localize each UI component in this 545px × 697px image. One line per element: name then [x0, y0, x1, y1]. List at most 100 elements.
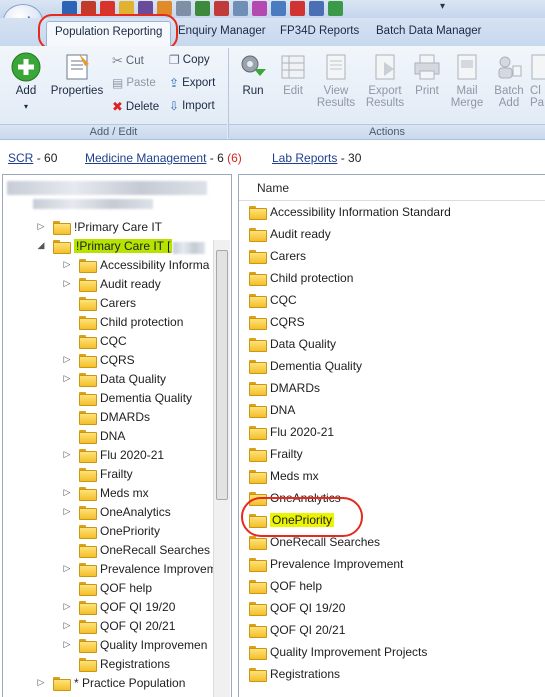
tree-node[interactable]: DNA: [61, 426, 125, 445]
expand-arrow-icon[interactable]: ▷: [61, 278, 73, 289]
list-item[interactable]: Registrations: [249, 664, 340, 684]
list-item[interactable]: OnePriority: [249, 510, 335, 530]
expand-arrow-icon[interactable]: ▷: [35, 677, 47, 688]
tree-node[interactable]: ▷ !Primary Care IT: [35, 217, 162, 236]
stop-icon[interactable]: [100, 1, 115, 16]
tree-node[interactable]: ▷ OneAnalytics: [61, 502, 171, 521]
list-item[interactable]: Audit ready: [249, 224, 331, 244]
document-check-icon[interactable]: [271, 1, 286, 16]
cut-button[interactable]: ✂ Cut: [112, 53, 144, 69]
users-icon[interactable]: [195, 1, 210, 16]
tree-node[interactable]: ▷ Meds mx: [61, 483, 149, 502]
tree-node[interactable]: QOF help: [61, 578, 152, 597]
tree-node[interactable]: Registrations: [61, 654, 170, 673]
run-button[interactable]: Run: [236, 52, 270, 97]
expand-arrow-icon[interactable]: ▷: [61, 487, 73, 498]
list-item[interactable]: Prevalence Improvement: [249, 554, 403, 574]
tree-node[interactable]: CQC: [61, 331, 127, 350]
expand-arrow-icon[interactable]: ▷: [61, 506, 73, 517]
tree-node[interactable]: ▷ Audit ready: [61, 274, 161, 293]
list-item[interactable]: CQRS: [249, 312, 305, 332]
tree-node[interactable]: ▷ QOF QI 20/21: [61, 616, 175, 635]
list-item[interactable]: DNA: [249, 400, 295, 420]
list-item[interactable]: OneAnalytics: [249, 488, 341, 508]
expand-arrow-icon[interactable]: ▷: [35, 221, 47, 232]
tree-node[interactable]: ▷ * Practice Population: [35, 673, 185, 692]
edit-button[interactable]: Edit: [276, 52, 310, 97]
tree-node[interactable]: OnePriority: [61, 521, 160, 540]
flag-icon[interactable]: [290, 1, 305, 16]
tree-node[interactable]: Dementia Quality: [61, 388, 192, 407]
back-icon[interactable]: [62, 1, 77, 16]
print-button[interactable]: Print: [410, 52, 444, 97]
tab-fp34d-reports[interactable]: FP34D Reports: [280, 25, 359, 37]
wand-icon[interactable]: [252, 1, 267, 16]
tree-node[interactable]: ▷ Quality Improvemen: [61, 635, 207, 654]
delete-button[interactable]: ✖ Delete: [112, 99, 159, 115]
list-item[interactable]: QOF QI 19/20: [249, 598, 345, 618]
expand-arrow-icon[interactable]: ▷: [61, 373, 73, 384]
tab-batch-data-manager[interactable]: Batch Data Manager: [376, 25, 481, 37]
lab-reports-link[interactable]: Lab Reports: [272, 151, 337, 165]
tree-scrollbar[interactable]: [213, 240, 230, 697]
expand-arrow-icon[interactable]: ▷: [61, 259, 73, 270]
properties-button[interactable]: Properties: [50, 52, 104, 97]
tree-node[interactable]: ▷ CQRS: [61, 350, 135, 369]
partial-button[interactable]: Cl Pa: [530, 52, 545, 109]
copy-button[interactable]: ❐ Copy: [169, 53, 210, 67]
expand-arrow-icon[interactable]: ▷: [61, 601, 73, 612]
list-item[interactable]: Flu 2020-21: [249, 422, 334, 442]
import-button[interactable]: ⇩ Import: [169, 99, 215, 113]
export-button[interactable]: ⇪ Export: [169, 76, 215, 90]
list-item[interactable]: CQC: [249, 290, 297, 310]
tree-node[interactable]: ▷ Data Quality: [61, 369, 166, 388]
list-item[interactable]: Frailty: [249, 444, 303, 464]
expand-arrow-icon[interactable]: ▷: [61, 639, 73, 650]
mail-merge-button[interactable]: Mail Merge: [448, 52, 486, 109]
list-item[interactable]: QOF QI 20/21: [249, 620, 345, 640]
list-item[interactable]: Data Quality: [249, 334, 336, 354]
pencil-icon[interactable]: [119, 1, 134, 16]
tree-node[interactable]: Frailty: [61, 464, 133, 483]
list-item[interactable]: Child protection: [249, 268, 353, 288]
tab-population-reporting[interactable]: Population Reporting: [46, 21, 172, 46]
list-item[interactable]: OneRecall Searches: [249, 532, 380, 552]
tree-node[interactable]: ▷ Accessibility Informa: [61, 255, 209, 274]
list-item[interactable]: Dementia Quality: [249, 356, 362, 376]
atom-icon[interactable]: [176, 1, 191, 16]
export-results-button[interactable]: Export Results: [362, 52, 408, 109]
tree-scroll-thumb[interactable]: [216, 250, 228, 500]
spreadsheet-icon[interactable]: [328, 1, 343, 16]
tree-node[interactable]: DMARDs: [61, 407, 150, 426]
list-item[interactable]: QOF help: [249, 576, 322, 596]
list-item[interactable]: DMARDs: [249, 378, 320, 398]
batch-add-button[interactable]: Batch Add: [490, 52, 528, 109]
tree-node[interactable]: ▷ Flu 2020-21: [61, 445, 164, 464]
tab-enquiry-manager[interactable]: Enquiry Manager: [178, 25, 266, 37]
paste-button[interactable]: ▤ Paste: [112, 76, 156, 90]
tree-node[interactable]: Carers: [61, 293, 136, 312]
tree-node[interactable]: OneRecall Searches: [61, 540, 210, 559]
download-icon[interactable]: [309, 1, 324, 16]
expand-arrow-icon[interactable]: ▷: [61, 620, 73, 631]
expand-arrow-icon[interactable]: ▷: [61, 563, 73, 574]
user-icon[interactable]: [157, 1, 172, 16]
document-icon[interactable]: [233, 1, 248, 16]
medicine-management-link[interactable]: Medicine Management: [85, 151, 206, 165]
home-icon[interactable]: [81, 1, 96, 16]
tree-node[interactable]: ◢ !Primary Care IT [: [35, 236, 173, 255]
list-item[interactable]: Quality Improvement Projects: [249, 642, 427, 662]
name-column-header[interactable]: Name: [239, 175, 545, 201]
expand-arrow-icon[interactable]: ▷: [61, 354, 73, 365]
tree-node[interactable]: Child protection: [61, 312, 183, 331]
list-item[interactable]: Accessibility Information Standard: [249, 202, 451, 222]
expand-arrow-icon[interactable]: ◢: [35, 240, 47, 251]
list-item[interactable]: Meds mx: [249, 466, 319, 486]
list-item[interactable]: Carers: [249, 246, 306, 266]
expand-arrow-icon[interactable]: ▷: [61, 449, 73, 460]
add-button[interactable]: Add ▾: [8, 52, 44, 113]
tree-node[interactable]: ▷ QOF QI 19/20: [61, 597, 175, 616]
view-results-button[interactable]: View Results: [314, 52, 358, 109]
toolbar-dropdown-icon[interactable]: ▾: [440, 1, 445, 12]
book-icon[interactable]: [138, 1, 153, 16]
